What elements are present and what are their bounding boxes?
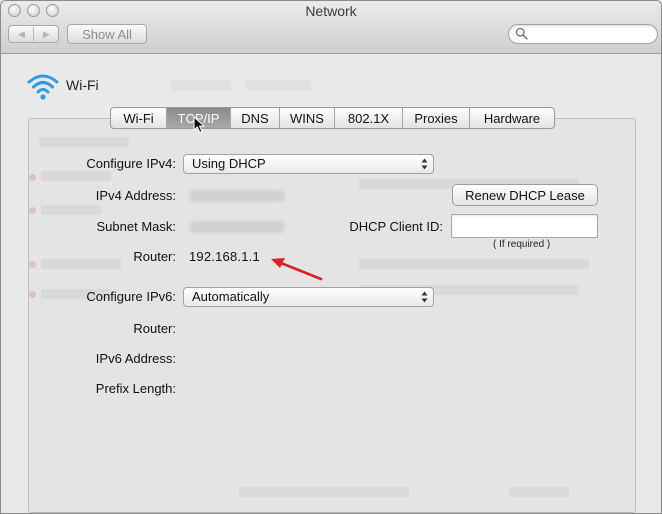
- configure-ipv6-select[interactable]: Automatically: [183, 287, 434, 307]
- forward-button[interactable]: ▶: [34, 26, 59, 42]
- background-ghost: [29, 174, 36, 181]
- advanced-settings-sheet: [28, 118, 636, 513]
- ipv4-router-value: 192.168.1.1: [189, 249, 260, 264]
- wifi-icon: [27, 74, 59, 100]
- show-all-button[interactable]: Show All: [67, 24, 147, 44]
- tab-wifi[interactable]: Wi-Fi: [111, 108, 167, 128]
- title-bar: Network ◀ ▶ Show All: [1, 1, 661, 54]
- background-ghost: [171, 80, 231, 91]
- background-ghost: [359, 259, 589, 269]
- tab-802-1x[interactable]: 802.1X: [335, 108, 403, 128]
- interface-name: Wi-Fi: [66, 77, 99, 93]
- tab-dns[interactable]: DNS: [231, 108, 280, 128]
- dhcp-client-id-label: DHCP Client ID:: [349, 219, 443, 234]
- tab-wins[interactable]: WINS: [280, 108, 335, 128]
- background-ghost: [29, 261, 36, 268]
- tab-proxies[interactable]: Proxies: [403, 108, 470, 128]
- client-id-hint: ( If required ): [493, 239, 551, 250]
- back-arrow-icon: ◀: [18, 28, 25, 39]
- select-arrows-icon: [421, 291, 428, 303]
- background-ghost: [41, 205, 101, 215]
- renew-dhcp-lease-button[interactable]: Renew DHCP Lease: [452, 184, 598, 206]
- settings-tab-bar: Wi-Fi TCP/IP DNS WINS 802.1X Proxies Har…: [110, 107, 555, 129]
- tab-hardware[interactable]: Hardware: [470, 108, 554, 128]
- prefix-length-label: Prefix Length:: [95, 381, 176, 396]
- forward-arrow-icon: ▶: [43, 28, 50, 39]
- background-ghost: [29, 207, 36, 214]
- back-button[interactable]: ◀: [9, 26, 34, 42]
- mouse-pointer-icon: [193, 116, 206, 134]
- background-ghost: [239, 487, 409, 497]
- configure-ipv6-value: Automatically: [192, 289, 270, 304]
- select-arrows-icon: [421, 158, 428, 170]
- red-annotation-arrow-icon: [271, 258, 323, 281]
- redacted-ipv4-address: [189, 190, 285, 202]
- dhcp-client-id-field[interactable]: [451, 214, 598, 238]
- ipv6-address-label: IPv6 Address:: [95, 351, 176, 366]
- back-forward-group: ◀ ▶: [8, 25, 59, 43]
- background-ghost: [246, 80, 311, 91]
- ipv4-address-label: IPv4 Address:: [95, 188, 176, 203]
- configure-ipv6-label: Configure IPv6:: [86, 289, 176, 304]
- background-ghost: [29, 291, 36, 298]
- configure-ipv4-select[interactable]: Using DHCP: [183, 154, 434, 174]
- window-title: Network: [305, 3, 357, 19]
- search-field[interactable]: [508, 24, 658, 44]
- background-ghost: [41, 171, 111, 181]
- background-ghost: [39, 137, 129, 147]
- subnet-mask-label: Subnet Mask:: [96, 219, 177, 234]
- ipv6-router-label: Router:: [133, 321, 176, 336]
- configure-ipv4-label: Configure IPv4:: [86, 156, 176, 171]
- background-ghost: [509, 487, 569, 497]
- search-icon: [515, 27, 528, 40]
- configure-ipv4-value: Using DHCP: [192, 156, 266, 171]
- ipv4-router-label: Router:: [133, 249, 176, 264]
- network-window: Network ◀ ▶ Show All Wi-Fi Wi-Fi TCP/IP …: [0, 0, 662, 514]
- redacted-subnet-mask: [189, 221, 285, 233]
